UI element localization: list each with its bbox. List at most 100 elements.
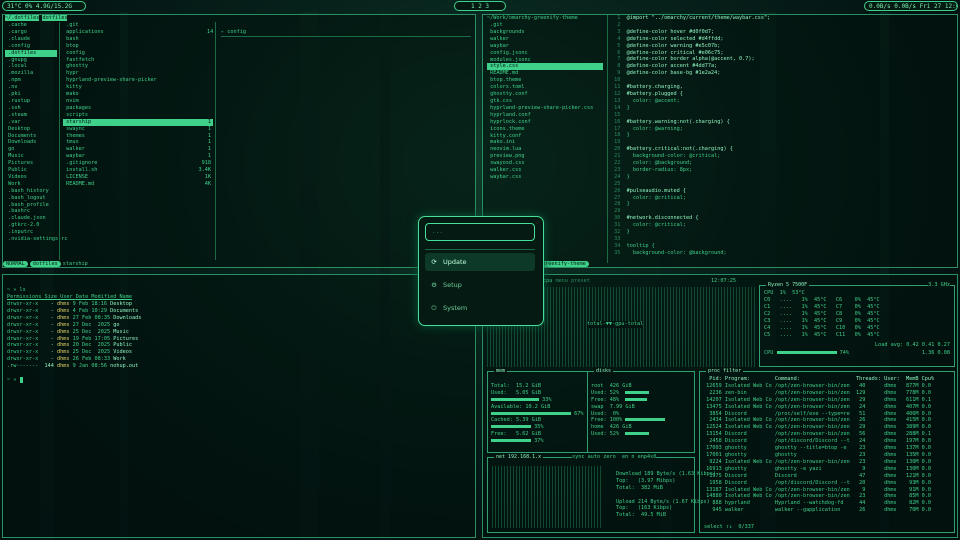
process-row[interactable]: 14880 Isolated Web Co /opt/zen-browser-b… — [703, 493, 934, 500]
launcher-item-system[interactable]: ⏻ System — [425, 299, 535, 317]
process-row[interactable]: 13475 Isolated Web Co /opt/zen-browser-b… — [703, 404, 934, 411]
list-item[interactable]: packages — [63, 105, 213, 112]
list-item[interactable]: bash — [63, 36, 213, 43]
process-row[interactable]: 12524 Isolated Web Co /opt/zen-browser-b… — [703, 424, 934, 431]
list-item[interactable]: .bashrc — [5, 208, 57, 215]
file-tree-item[interactable]: modules.jsonc — [487, 57, 603, 64]
launcher-item-setup[interactable]: ⚙ Setup — [425, 276, 535, 294]
file-tree[interactable]: .git backgrounds walker waybar config.js… — [487, 22, 603, 181]
list-item[interactable]: scripts — [63, 112, 213, 119]
list-item[interactable]: .bash_history — [5, 188, 57, 195]
file-tree-item[interactable]: style.css — [487, 63, 603, 71]
list-item[interactable]: .dotfiles — [5, 49, 57, 57]
file-tree-item[interactable]: config.jsonc — [487, 50, 603, 57]
list-item[interactable]: .var — [5, 119, 57, 126]
list-item[interactable]: .config — [5, 43, 57, 50]
process-row[interactable]: 3854 Discord /proc/self/exe --type=re 51… — [703, 411, 934, 418]
process-row[interactable]: 2236 zen-bin /opt/zen-browser-bin/zen 12… — [703, 390, 934, 397]
file-tree-item[interactable]: .git — [487, 22, 603, 29]
list-item[interactable]: .bash_profile — [5, 202, 57, 209]
file-tree-item[interactable]: walker — [487, 36, 603, 43]
launcher-item-update[interactable]: ⟳ Update — [425, 253, 535, 271]
list-item[interactable]: .gitignore 918 — [63, 160, 213, 167]
list-item[interactable]: Public — [5, 167, 57, 174]
list-item[interactable]: .mozilla — [5, 70, 57, 77]
btop-window[interactable]: cpu menu preset 12:07:25 total-▼▼-gpu-to… — [482, 274, 958, 538]
file-tree-item[interactable]: btop.theme — [487, 77, 603, 84]
list-item[interactable]: .gtkrc-2.0 — [5, 222, 57, 229]
list-item[interactable]: .nvidia-settings-rc — [5, 236, 67, 243]
process-row[interactable]: 2434 Isolated Web Co /opt/zen-browser-bi… — [703, 417, 934, 424]
launcher-search-input[interactable]: ... — [425, 223, 535, 241]
process-row[interactable]: 17003 ghostty ghostty --title=btop -e 23… — [703, 445, 934, 452]
list-item[interactable]: .gnupg — [5, 57, 57, 64]
list-item[interactable]: .npm — [5, 77, 57, 84]
file-tree-item[interactable]: walker.css — [487, 167, 603, 174]
process-row[interactable]: 9224 Isolated Web Co /opt/zen-browser-bi… — [703, 459, 934, 466]
list-item[interactable]: .ssh — [5, 105, 57, 112]
file-tree-item[interactable]: hyprland-preview-share-picker.css — [487, 105, 603, 112]
list-item[interactable]: swaync 1 — [63, 126, 213, 133]
process-row[interactable]: 14207 Isolated Web Co /opt/zen-browser-b… — [703, 397, 934, 404]
list-item[interactable]: walker 1 — [63, 146, 213, 153]
list-item[interactable]: README.md 4K — [63, 181, 213, 188]
list-item[interactable]: .nv — [5, 84, 57, 91]
list-item[interactable]: .pki — [5, 91, 57, 98]
code-buffer[interactable]: 1 @import "../omarchy/current/theme/wayb… — [611, 15, 955, 257]
list-item[interactable]: .local — [5, 63, 57, 70]
file-tree-item[interactable]: waybar — [487, 43, 603, 50]
list-item[interactable]: Desktop — [5, 126, 57, 133]
list-item[interactable]: btop — [63, 43, 213, 50]
file-tree-item[interactable]: hyprland.conf — [487, 112, 603, 119]
list-item[interactable]: .cargo — [5, 29, 57, 36]
list-item[interactable]: .git — [63, 22, 213, 29]
list-item[interactable]: .claude — [5, 36, 57, 43]
process-row[interactable]: 13187 Isolated Web Co /opt/zen-browser-b… — [703, 487, 934, 494]
list-item[interactable]: fastfetch — [63, 57, 213, 64]
file-tree-item[interactable]: icons.theme — [487, 126, 603, 133]
process-row[interactable]: 2458 Discord /opt/discord/Discord --t 24… — [703, 438, 934, 445]
list-item[interactable]: .claude.json — [5, 215, 57, 222]
current-dir-list[interactable]: .git applications bash btop config fastf… — [63, 22, 213, 188]
app-launcher[interactable]: ... ⟳ Update ⚙ Setup ⏻ System — [418, 216, 544, 326]
list-item[interactable]: kitty — [63, 84, 213, 91]
list-item[interactable]: Pictures — [5, 160, 57, 167]
file-tree-item[interactable]: waybar.css — [487, 174, 603, 181]
list-item[interactable]: nvim — [63, 98, 213, 105]
list-item[interactable]: tmux 1 — [63, 139, 213, 146]
file-manager-window[interactable]: ~/.dotfiles dotfiles .cache .cargo .clau… — [2, 14, 476, 268]
editor-window[interactable]: ~/Work/omarchy-greenify-theme .git backg… — [482, 14, 958, 268]
file-tree-item[interactable]: neovim.lua — [487, 146, 603, 153]
process-row[interactable]: 12659 Isolated Web Co /opt/zen-browser-b… — [703, 383, 934, 390]
list-item[interactable]: Videos — [5, 174, 57, 181]
list-item[interactable]: .cache — [5, 22, 57, 29]
list-item[interactable]: Work — [5, 181, 57, 188]
list-item[interactable]: Documents — [5, 133, 57, 140]
process-row[interactable]: 13154 Discord /opt/zen-browser-bin/zen 5… — [703, 431, 934, 438]
list-item[interactable]: ghostty — [63, 63, 213, 70]
file-tree-item[interactable]: README.md — [487, 70, 603, 77]
process-row[interactable]: 16913 ghostty ghostty -e yazi 9 dhms 130… — [703, 466, 934, 473]
workspace-switcher[interactable]: 1 2 3 — [454, 1, 506, 11]
terminal-prompt-active[interactable]: ~ » — [7, 377, 23, 384]
list-item[interactable]: mako — [63, 91, 213, 98]
list-item[interactable]: go — [5, 146, 57, 153]
file-tree-item[interactable]: ghostty.conf — [487, 91, 603, 98]
file-tree-item[interactable]: mako.ini — [487, 139, 603, 146]
list-item[interactable]: .inputrc — [5, 229, 57, 236]
list-item[interactable]: .steam — [5, 112, 57, 119]
list-item[interactable]: LICENSE 1K — [63, 174, 213, 181]
terminal-window[interactable]: ~ » ls Permissions Size User Date Modifi… — [2, 274, 476, 538]
list-item[interactable]: starship 1 — [63, 118, 213, 126]
file-tree-item[interactable]: hyprlock.conf — [487, 119, 603, 126]
list-item[interactable]: Music — [5, 153, 57, 160]
process-row[interactable]: 888 hyprland Hyprland --watchdog-fd 44 d… — [703, 500, 934, 507]
parent-dir-list[interactable]: .cache .cargo .claude .config .dotfiles … — [5, 22, 67, 243]
process-row[interactable]: 1958 Discord /opt/discord/Discord --t 20… — [703, 480, 934, 487]
file-tree-item[interactable]: preview.png — [487, 153, 603, 160]
process-row[interactable]: 1975 Discord Discord 47 dhms 121M 0.0 — [703, 473, 934, 480]
file-tree-item[interactable]: gtk.css — [487, 98, 603, 105]
list-item[interactable]: applications — [63, 29, 213, 36]
file-tree-item[interactable]: backgrounds — [487, 29, 603, 36]
list-item[interactable]: install.sh 3.4K — [63, 167, 213, 174]
